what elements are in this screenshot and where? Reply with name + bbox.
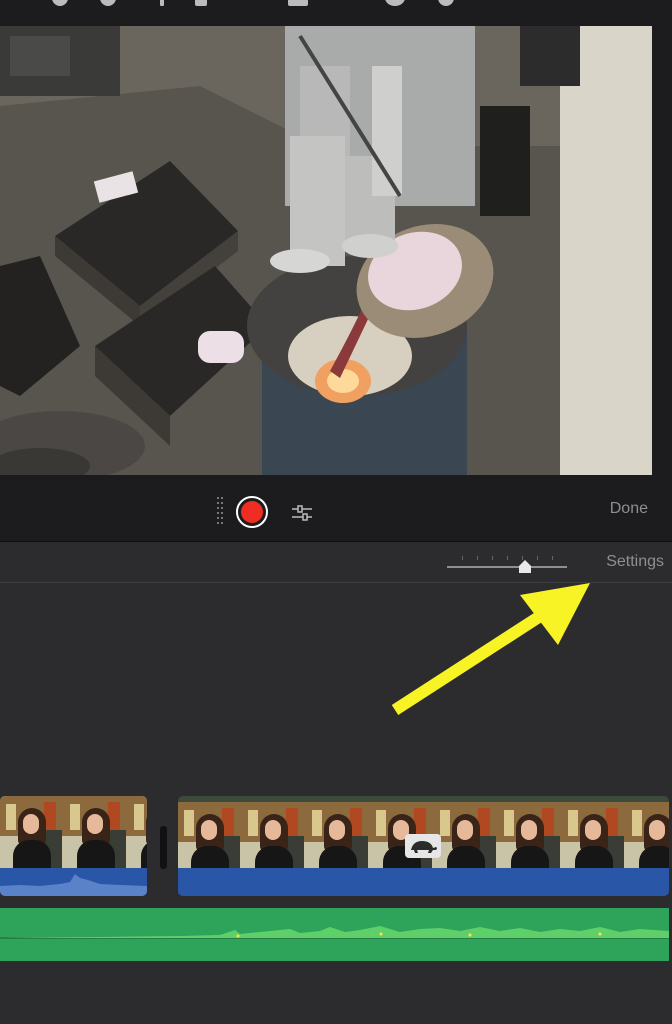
record-icon: [241, 501, 263, 523]
toolbar-icon[interactable]: [160, 0, 164, 6]
music-waveform: [0, 926, 669, 939]
annotation-arrow: [391, 583, 590, 716]
toolbar-icon[interactable]: [195, 0, 207, 6]
drag-handle-icon[interactable]: [217, 497, 225, 527]
toolbar-icon[interactable]: [288, 0, 308, 6]
toolbar-icon[interactable]: [52, 0, 68, 6]
clip-audio-track: [178, 868, 669, 896]
clip-split-handle[interactable]: [160, 826, 167, 869]
preview-image: [0, 26, 652, 475]
video-clip[interactable]: [0, 796, 147, 896]
settings-button[interactable]: Settings: [606, 553, 664, 571]
clip-audio-waveform: [0, 868, 147, 896]
toolbar-icon[interactable]: [385, 0, 405, 6]
zoom-slider[interactable]: [447, 566, 567, 568]
turtle-icon: [411, 841, 437, 853]
video-preview[interactable]: [0, 26, 652, 475]
music-track[interactable]: [0, 908, 669, 961]
toolbar-icon[interactable]: [100, 0, 116, 6]
audio-settings-icon[interactable]: [290, 501, 314, 525]
record-controls-bar: [0, 475, 672, 541]
top-toolbar: [0, 0, 672, 26]
zoom-slider-thumb[interactable]: [517, 558, 533, 574]
record-button[interactable]: [236, 496, 268, 528]
clip-thumbnails: [0, 796, 147, 868]
slow-motion-badge[interactable]: [405, 834, 441, 858]
done-button[interactable]: Done: [610, 500, 648, 518]
toolbar-icon[interactable]: [438, 0, 454, 6]
preview-margin: [652, 26, 672, 475]
